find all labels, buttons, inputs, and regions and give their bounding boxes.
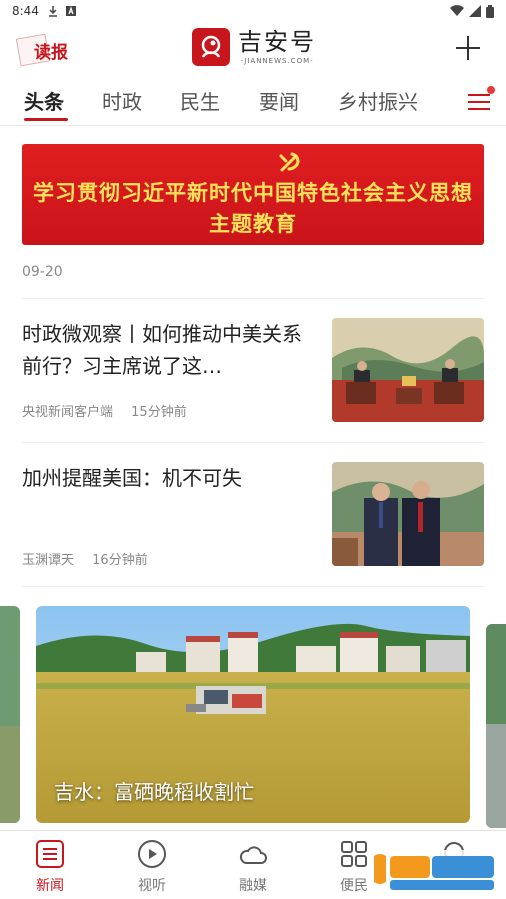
brand-domain: -JIANNEWS.COM- <box>240 57 314 65</box>
grid-icon <box>341 841 367 867</box>
tab-livelihood[interactable]: 民生 <box>180 86 220 115</box>
news-time: 16分钟前 <box>92 553 148 568</box>
banner-line-1: 学习贯彻习近平新时代中国特色社会主义思想 <box>33 180 473 205</box>
topic-banner[interactable]: 学习贯彻习近平新时代中国特色社会主义思想 主题教育 <box>22 144 484 245</box>
carousel-slide[interactable]: 吉水：富硒晚稻收割忙 <box>36 606 470 823</box>
news-item[interactable]: 时政微观察丨如何推动中美关系前行？习主席说了这… 央视新闻客户端 15分钟前 <box>22 318 484 438</box>
app-header: 读报 吉安号 -JIANNEWS.COM- <box>0 22 506 76</box>
brand-name: 吉安号 <box>238 28 316 56</box>
carousel-caption: 吉水：富硒晚稻收割忙 <box>54 780 254 804</box>
a-icon <box>65 6 76 16</box>
news-meta: 玉渊谭天 16分钟前 <box>22 549 162 568</box>
nav-video[interactable]: 视听 <box>122 839 182 895</box>
list-icon <box>36 840 64 868</box>
channel-tabs: 头条 时政 民生 要闻 乡村振兴 <box>0 78 506 126</box>
carousel-slide-next[interactable] <box>486 624 506 828</box>
download-icon <box>48 6 57 17</box>
news-source: 央视新闻客户端 <box>22 405 114 420</box>
signal-icon <box>469 5 481 17</box>
divider <box>22 586 484 587</box>
cloud-icon <box>239 846 267 864</box>
news-meta: 央视新闻客户端 15分钟前 <box>22 401 201 420</box>
nav-video-label: 视听 <box>138 878 166 894</box>
news-title: 加州提醒美国：机不可失 <box>22 466 242 490</box>
tab-rural[interactable]: 乡村振兴 <box>338 86 418 115</box>
nav-news-label: 新闻 <box>36 878 64 894</box>
read-paper-label: 读报 <box>34 43 68 63</box>
news-source: 玉渊谭天 <box>22 553 75 568</box>
play-icon <box>138 840 166 868</box>
nav-media-label: 融媒 <box>239 878 267 894</box>
app-logo: 吉安号 -JIANNEWS.COM- <box>192 28 316 66</box>
photo-carousel[interactable]: 吉水：富硒晚稻收割忙 <box>0 606 506 828</box>
news-item[interactable]: 加州提醒美国：机不可失 玉渊谭天 16分钟前 <box>22 462 484 582</box>
news-thumbnail <box>332 462 484 566</box>
battery-icon <box>486 4 494 18</box>
news-time: 15分钟前 <box>131 405 187 420</box>
status-bar: 8:44 <box>0 0 506 22</box>
site-watermark-logo <box>368 850 500 892</box>
plus-icon[interactable] <box>456 36 480 60</box>
tab-news[interactable]: 要闻 <box>259 86 299 115</box>
active-tab-indicator <box>24 118 68 121</box>
nav-news[interactable]: 新闻 <box>20 839 80 895</box>
carousel-slide-prev[interactable] <box>0 606 20 823</box>
divider <box>22 442 484 443</box>
party-emblem-icon <box>279 152 300 172</box>
banner-line-2: 主题教育 <box>209 211 297 236</box>
read-paper-button[interactable]: 读报 <box>15 33 78 67</box>
tab-headlines[interactable]: 头条 <box>24 86 64 115</box>
nav-media[interactable]: 融媒 <box>223 839 283 895</box>
wifi-icon <box>450 5 464 17</box>
tab-politics[interactable]: 时政 <box>102 86 142 115</box>
news-title: 时政微观察丨如何推动中美关系前行？习主席说了这… <box>22 322 302 378</box>
notification-dot <box>487 86 495 94</box>
divider <box>22 298 484 299</box>
status-time: 8:44 <box>12 4 39 18</box>
logo-mark-icon <box>192 28 230 66</box>
nav-services-label: 便民 <box>340 878 368 894</box>
news-thumbnail <box>332 318 484 422</box>
date-label: 09-20 <box>22 264 63 280</box>
channel-menu-icon[interactable] <box>468 86 495 112</box>
